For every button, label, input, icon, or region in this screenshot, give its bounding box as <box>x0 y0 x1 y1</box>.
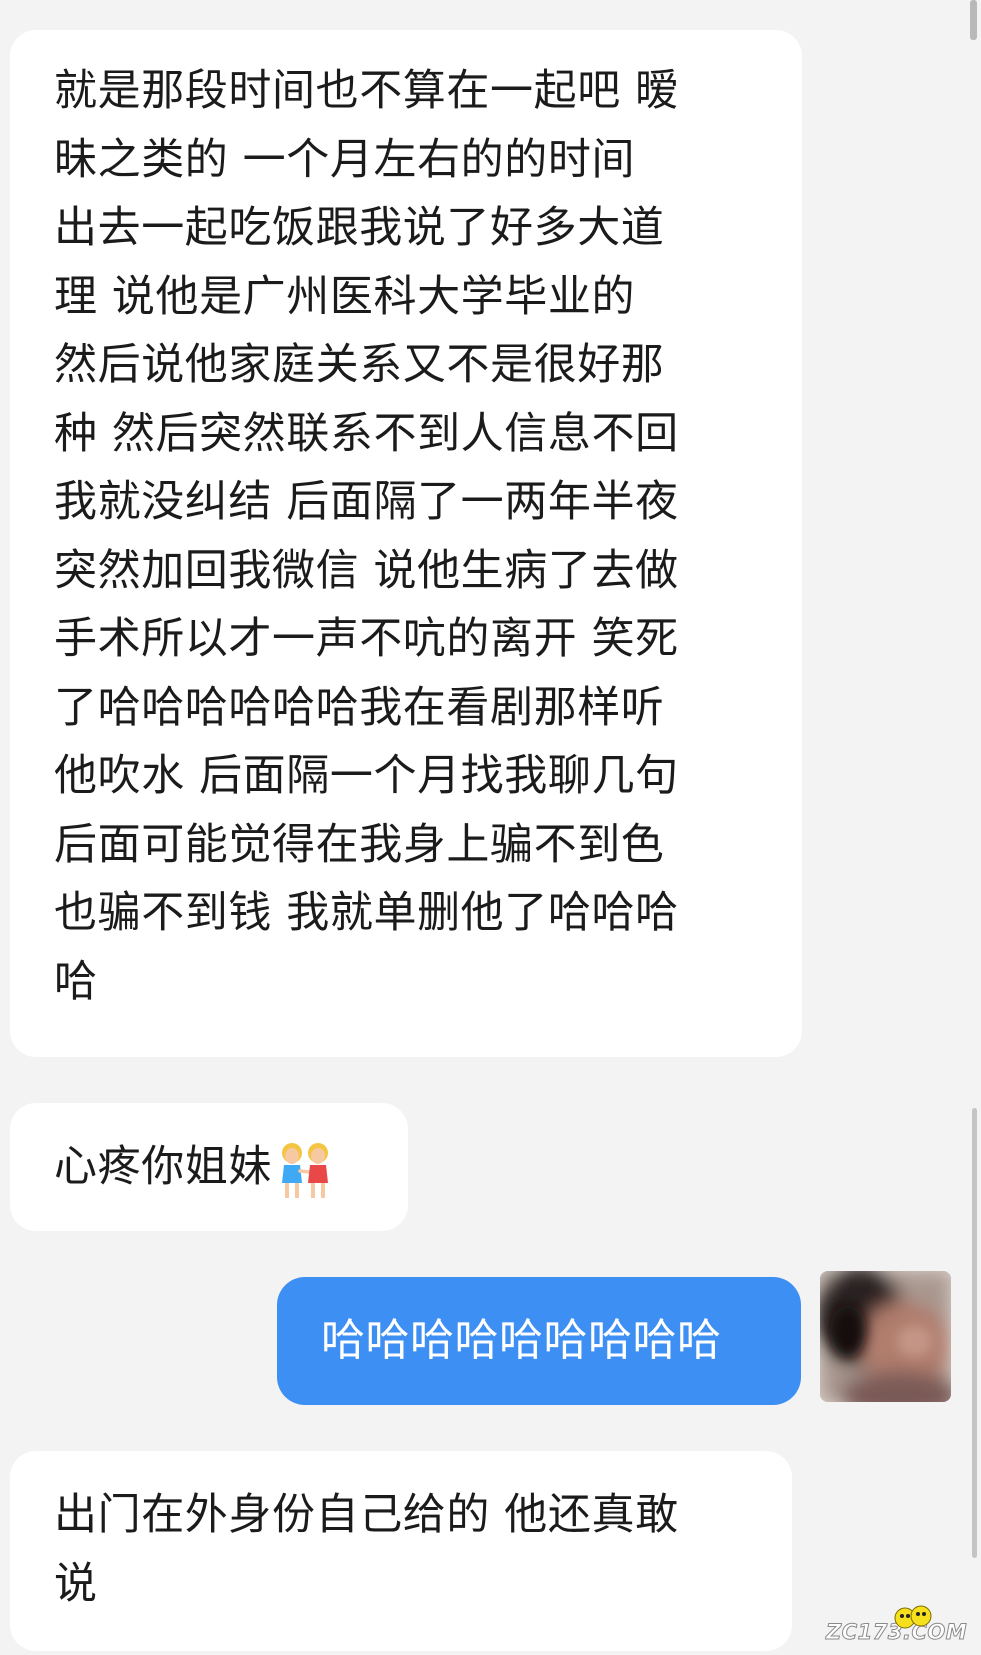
message-text: 心疼你姐妹 <box>54 1142 272 1192</box>
chat-thread: 就是那段时间也不算在一起吧 暧 昧之类的 一个月左右的的时间 出去一起吃饭跟我说… <box>0 0 981 1655</box>
message-text: 就是那段时间也不算在一起吧 暧 昧之类的 一个月左右的的时间 出去一起吃饭跟我说… <box>54 66 679 1007</box>
outgoing-message-bubble[interactable]: 哈哈哈哈哈哈哈哈哈 <box>277 1277 801 1405</box>
avatar[interactable] <box>820 1271 951 1402</box>
message-text: 出门在外身份自己给的 他还真敢 说 <box>54 1490 679 1609</box>
incoming-message-bubble[interactable]: 就是那段时间也不算在一起吧 暧 昧之类的 一个月左右的的时间 出去一起吃饭跟我说… <box>10 30 802 1057</box>
smiley-icon <box>894 1604 932 1632</box>
incoming-message-bubble[interactable]: 心疼你姐妹 <box>10 1103 408 1231</box>
two-women-holding-hands-icon <box>278 1141 332 1201</box>
top-scrollbar[interactable] <box>970 0 977 40</box>
message-text: 哈哈哈哈哈哈哈哈哈 <box>321 1314 722 1366</box>
watermark: ZC173.COM <box>825 1605 976 1652</box>
incoming-message-bubble[interactable]: 出门在外身份自己给的 他还真敢 说 <box>10 1451 792 1651</box>
scrollbar[interactable] <box>972 1108 977 1558</box>
